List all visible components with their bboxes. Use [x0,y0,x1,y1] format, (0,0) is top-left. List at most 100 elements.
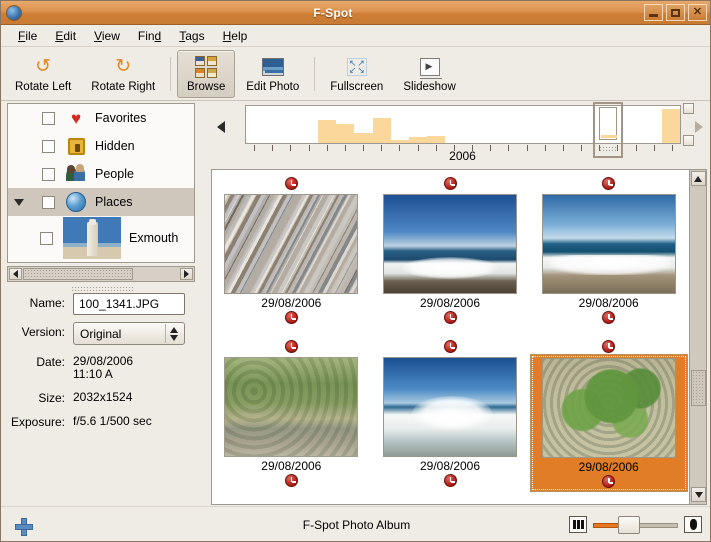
minimize-button[interactable] [644,4,663,21]
photo-cell[interactable]: 29/08/2006 [529,337,688,500]
photo-caption: 29/08/2006 [261,296,322,310]
sidebar-item-hidden[interactable]: Hidden [8,132,194,160]
scroll-down-icon[interactable] [691,487,706,502]
photo-caption: 29/08/2006 [578,296,639,310]
photo-thumbnail-wrapper[interactable]: 29/08/2006 [530,191,688,327]
maximize-button[interactable] [666,4,685,21]
thumbnail-size-controls [569,515,702,534]
slider-handle[interactable] [618,515,640,534]
menu-help[interactable]: Help [214,27,257,45]
clock-icon [602,311,616,324]
right-arrow-icon[interactable] [695,121,703,133]
green-succulent-photo[interactable] [541,358,676,458]
timeline-bar [336,123,355,143]
version-selected-value: Original [80,326,122,341]
clock-icon [443,474,457,487]
version-dropdown[interactable]: Original [73,322,185,345]
photo-thumbnail-wrapper[interactable]: 29/08/2006 [371,354,529,490]
spinner-arrows-icon[interactable] [170,326,182,341]
photo-cell[interactable]: 29/08/2006 [529,174,688,337]
toolbar-edit-photo[interactable]: Edit Photo [237,50,308,98]
toolbar-rotate-right[interactable]: ↻ Rotate Right [82,50,164,98]
tag-checkbox-favorites[interactable] [42,111,55,125]
menubar: File Edit View Find Tags Help [1,25,710,47]
timeline-bar [318,119,337,143]
toolbar-browse-label: Browse [187,80,226,93]
clock-icon [284,340,298,353]
toolbar-rotate-left[interactable]: ↺ Rotate Left [6,50,80,98]
ocean-wave-photo[interactable] [383,194,517,294]
tag-checkbox-exmouth[interactable] [40,231,53,245]
tag-list-horizontal-scrollbar[interactable] [7,266,195,282]
close-button[interactable]: ✕ [688,4,707,21]
sidebar-item-favorites[interactable]: ♥ Favorites [8,104,194,132]
tag-list[interactable]: ♥ Favorites Hidden People Places Exmouth [7,103,195,263]
rotate-right-icon: ↻ [115,56,132,77]
clock-icon [602,177,616,190]
timeline-graph-box[interactable] [235,102,694,158]
timeline-handle-top[interactable] [683,103,694,114]
globe-icon [65,191,87,213]
sidebar-item-places[interactable]: Places [8,188,194,216]
photo-cell[interactable]: 29/08/2006 [371,337,530,500]
photo-grid[interactable]: 29/08/2006 29/08/2006 29/08/2006 29/08/2006… [211,169,707,505]
edit-photo-icon [261,55,284,79]
photo-cell[interactable]: 29/08/2006 [371,174,530,337]
scroll-left-icon[interactable] [9,268,22,280]
tag-checkbox-places[interactable] [42,195,55,209]
photo-thumbnail-wrapper[interactable]: 29/08/2006 [371,191,529,327]
timeline-bar [372,118,391,143]
photo-grid-scrollbar[interactable] [689,170,706,504]
scroll-right-icon[interactable] [180,268,193,280]
date-label: Date: [36,355,65,369]
menu-view[interactable]: View [85,27,129,45]
photo-caption: 29/08/2006 [578,460,639,474]
toolbar-rotate-left-label: Rotate Left [15,80,72,93]
timeline-bar [390,139,409,143]
toolbar-separator-2 [314,56,316,91]
thumbnail-size-slider[interactable] [593,515,678,534]
menu-tags[interactable]: Tags [170,27,213,45]
large-thumbnail-icon[interactable] [684,516,702,533]
scroll-up-icon[interactable] [690,171,706,186]
toolbar-browse[interactable]: Browse [177,49,236,98]
name-input[interactable] [73,293,185,315]
metadata-name-row: Name: [7,293,201,315]
rocky-shoreline-photo[interactable] [541,194,676,294]
menu-edit[interactable]: Edit [46,27,85,45]
scrollbar-thumb[interactable] [691,370,706,406]
rock-strata-photo[interactable] [224,194,359,294]
rotate-left-icon: ↺ [35,56,52,77]
photo-thumbnail-wrapper[interactable]: 29/08/2006 [212,191,370,327]
timeline-bar [426,136,445,143]
sidebar-item-people[interactable]: People [8,160,194,188]
browse-grid-icon [195,55,218,79]
lighthouse-thumbnail [63,217,121,259]
photo-cell[interactable]: 29/08/2006 [212,337,371,500]
menu-find[interactable]: Find [129,27,170,45]
toolbar-slideshow[interactable]: Slideshow [394,50,464,98]
photo-thumbnail-wrapper[interactable]: 29/08/2006 [529,354,688,492]
breaking-wave-photo[interactable] [383,357,517,457]
people-icon [65,163,87,185]
photo-cell[interactable]: 29/08/2006 [212,174,371,337]
tag-checkbox-hidden[interactable] [42,139,55,153]
menu-file[interactable]: File [9,27,46,45]
timeline[interactable]: 2006 [211,102,707,165]
toolbar-fullscreen-label: Fullscreen [330,80,384,93]
chevron-down-icon[interactable] [10,198,28,206]
photo-thumbnail-wrapper[interactable]: 29/08/2006 [212,354,370,490]
pane-resize-grip[interactable] [71,286,133,291]
small-thumbnails-icon[interactable] [569,516,587,533]
sidebar-item-exmouth[interactable]: Exmouth [8,216,194,260]
tag-checkbox-people[interactable] [42,167,55,181]
left-arrow-icon[interactable] [217,121,225,133]
maximize-icon [671,8,680,17]
toolbar-fullscreen[interactable]: ↖ ↗ ↙ ↘ Fullscreen [321,50,392,98]
sidebar-item-label: People [95,167,134,181]
timeline-handle-bottom[interactable] [683,135,694,146]
scrollbar-thumb[interactable] [23,268,133,280]
name-label: Name: [29,296,65,310]
coastal-vegetation-photo[interactable] [224,357,359,457]
photo-grid-row: 29/08/2006 29/08/2006 29/08/2006 [212,174,688,337]
